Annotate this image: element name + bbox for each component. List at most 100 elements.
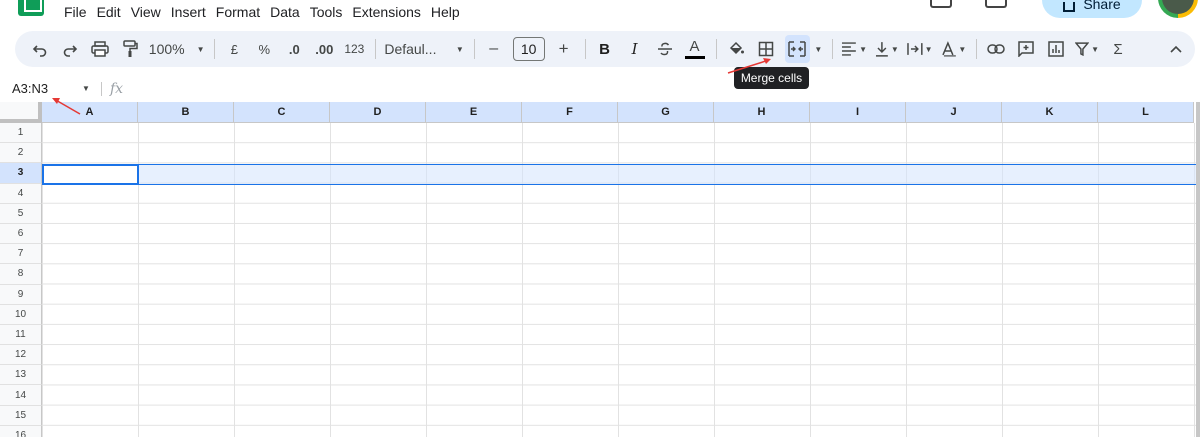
font-family-value: Defaul... [384,41,437,57]
row-header-3[interactable]: 3 [0,163,42,184]
column-header-a[interactable]: A [42,102,138,123]
toolbar-divider [473,39,475,59]
name-box[interactable]: A3:N3 [12,79,48,99]
menu-data[interactable]: Data [265,4,305,20]
formula-bar: A3:N3 ▼ fx [0,79,1200,99]
menu-format[interactable]: Format [211,4,265,20]
toolbar: 100% ▼ £ % .0 .00 123 Defaul... ▼ – 10 +… [15,31,1195,67]
row-header-14[interactable]: 14 [0,385,42,406]
decrease-font-size-button[interactable]: – [483,35,505,63]
zoom-value: 100% [148,41,185,57]
row-header-12[interactable]: 12 [0,345,42,366]
meet-icon[interactable] [985,0,1007,8]
comments-icon[interactable] [930,0,952,8]
currency-format-button[interactable]: £ [223,35,245,63]
text-color-button[interactable]: A [684,35,706,63]
functions-button[interactable]: Σ [1107,35,1129,63]
column-header-i[interactable]: I [810,102,906,123]
zoom-select[interactable]: 100% ▼ [148,35,205,63]
menu-extensions[interactable]: Extensions [347,4,425,20]
collapse-toolbar-button[interactable] [1165,35,1187,63]
row-header-6[interactable]: 6 [0,223,42,245]
row-header-16[interactable]: 16 [0,425,42,437]
menu-view[interactable]: View [126,4,166,20]
spreadsheet-grid[interactable]: ABCDEFGHIJKL 1 2 3 4 5 6 7 8 9 10 11 12 13 14 15 16 [0,102,1200,437]
text-rotation-button[interactable]: ▼ [941,35,966,63]
fill-color-button[interactable] [725,35,747,63]
active-cell-a3[interactable] [42,164,139,185]
vertical-align-button[interactable]: ▼ [875,35,899,63]
row-header-13[interactable]: 13 [0,365,42,386]
column-header-f[interactable]: F [522,102,618,123]
row-header-1[interactable]: 1 [0,123,42,144]
share-button[interactable]: Share [1042,0,1142,18]
selected-range-a3-n3[interactable] [42,164,1200,185]
bold-button[interactable]: B [594,35,616,63]
horizontal-align-button[interactable]: ▼ [841,35,867,63]
menu-tools[interactable]: Tools [305,4,348,20]
filter-button[interactable]: ▼ [1075,35,1099,63]
chevron-down-icon: ▼ [890,44,899,54]
menu-help[interactable]: Help [426,4,465,20]
strikethrough-button[interactable] [654,35,676,63]
increase-font-size-button[interactable]: + [553,35,575,63]
select-all-corner[interactable] [0,102,42,123]
paint-format-button[interactable] [119,35,141,63]
merge-cells-button[interactable] [784,35,811,63]
print-button[interactable] [89,35,111,63]
sheets-logo-icon[interactable] [18,0,44,16]
row-header-10[interactable]: 10 [0,304,42,325]
column-header-c[interactable]: C [234,102,330,123]
avatar[interactable] [1158,0,1198,18]
percent-format-button[interactable]: % [253,35,275,63]
insert-link-button[interactable] [985,35,1007,63]
row-header-9[interactable]: 9 [0,284,42,305]
merge-type-dropdown[interactable]: ▼ [812,35,822,63]
redo-button[interactable] [59,35,81,63]
row-header-4[interactable]: 4 [0,183,42,204]
borders-icon [758,41,773,57]
text-wrapping-button[interactable]: ▼ [907,35,933,63]
vertical-scrollbar[interactable] [1196,102,1200,437]
text-color-swatch [684,55,705,59]
share-label: Share [1083,0,1121,12]
formula-divider [101,82,102,96]
row-header-15[interactable]: 15 [0,405,42,426]
increase-decimal-button[interactable]: .00 [313,35,335,63]
add-comment-icon [1018,41,1035,57]
main-menu: File Edit View Insert Format Data Tools … [59,4,465,20]
row-header-7[interactable]: 7 [0,244,42,265]
menu-edit[interactable]: Edit [92,4,126,20]
column-header-g[interactable]: G [618,102,714,123]
italic-button[interactable]: I [624,35,646,63]
insert-comment-button[interactable] [1015,35,1037,63]
column-header-d[interactable]: D [330,102,426,123]
menu-file[interactable]: File [59,4,92,20]
undo-button[interactable] [29,35,51,63]
menu-insert[interactable]: Insert [166,4,211,20]
column-header-j[interactable]: J [906,102,1002,123]
column-header-e[interactable]: E [426,102,522,123]
column-header-h[interactable]: H [714,102,810,123]
row-header-5[interactable]: 5 [0,203,42,224]
insert-chart-button[interactable] [1045,35,1067,63]
chevron-down-icon[interactable]: ▼ [82,79,90,99]
number-format-button[interactable]: 123 [343,35,365,63]
fx-icon: fx [110,81,124,97]
lock-icon [1063,2,1076,12]
decrease-decimal-label: .0 [288,41,300,57]
toolbar-divider [214,39,216,59]
borders-button[interactable] [755,35,777,63]
font-size-input[interactable]: 10 [512,37,545,61]
column-header-l[interactable]: L [1098,102,1194,123]
column-header-k[interactable]: K [1002,102,1098,123]
row-header-11[interactable]: 11 [0,324,42,346]
font-family-select[interactable]: Defaul... ▼ [384,35,463,63]
redo-icon [63,45,78,57]
decrease-decimal-button[interactable]: .0 [283,35,305,63]
align-left-icon [842,42,857,56]
row-header-8[interactable]: 8 [0,264,42,285]
column-header-b[interactable]: B [138,102,234,123]
chevron-down-icon: ▼ [1091,44,1100,54]
row-header-2[interactable]: 2 [0,143,42,164]
